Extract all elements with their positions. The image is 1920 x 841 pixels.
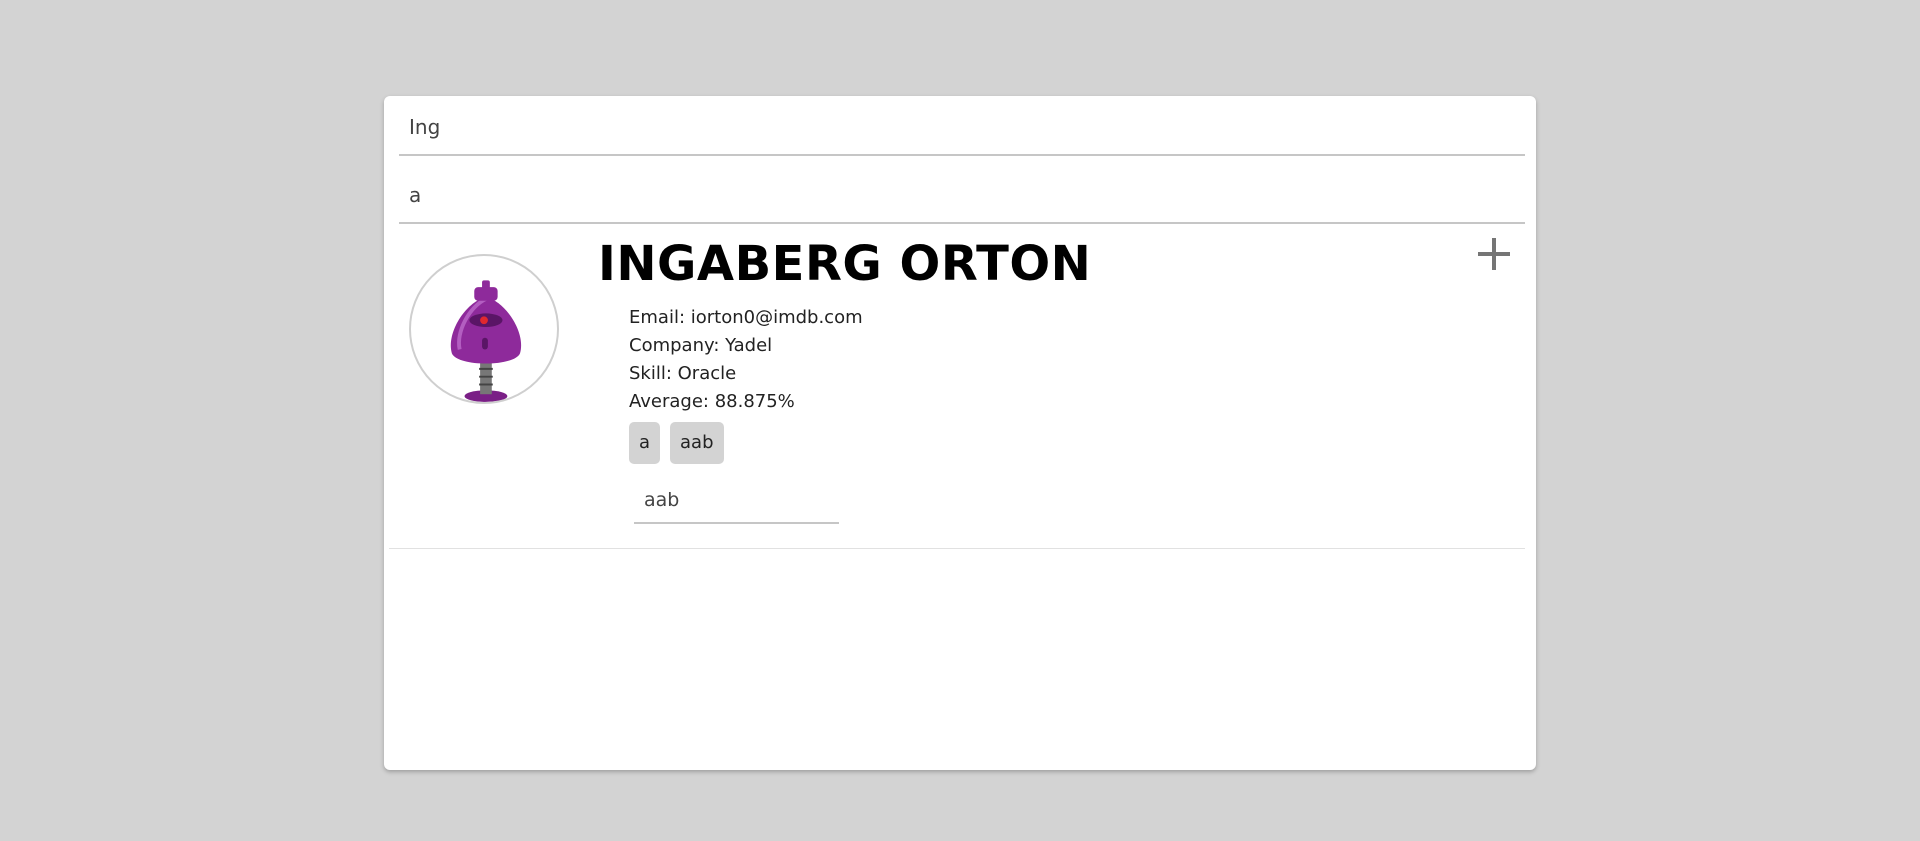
student-card-container: INGABERG ORTON Email: iorton0@imdb.com C… [384,96,1536,770]
plus-icon [1478,238,1510,270]
student-skill: Skill: Oracle [629,363,737,384]
student-company: Company: Yadel [629,335,773,356]
student-details: Email: iorton0@imdb.com Company: Yadel S… [629,304,863,416]
tag-list: a aab [629,422,724,464]
tag-search-input[interactable] [399,168,1525,224]
student-list-item: INGABERG ORTON Email: iorton0@imdb.com C… [389,226,1525,549]
student-average: Average: 88.875% [629,391,795,412]
tag-chip: a [629,422,661,464]
student-email: Email: iorton0@imdb.com [629,307,863,328]
student-name: INGABERG ORTON [598,236,1092,292]
tag-chip: aab [670,422,724,464]
add-tag-input[interactable] [634,478,839,524]
robot-avatar-icon [450,280,522,402]
name-search-input[interactable] [399,100,1525,156]
expand-button[interactable] [1474,234,1514,274]
avatar [409,254,559,404]
